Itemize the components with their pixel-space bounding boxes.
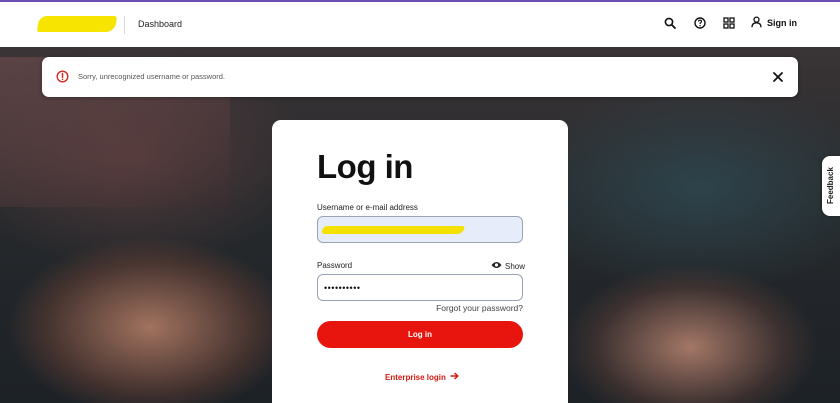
feedback-label: Feedback bbox=[826, 167, 835, 204]
help-icon[interactable] bbox=[693, 16, 707, 30]
enterprise-login-link[interactable]: Enterprise login bbox=[385, 372, 459, 382]
error-alert: Sorry, unrecognized username or password… bbox=[42, 57, 798, 97]
search-icon[interactable] bbox=[663, 16, 677, 30]
login-button[interactable]: Log in bbox=[317, 321, 523, 348]
show-password-toggle[interactable]: Show bbox=[491, 261, 525, 271]
brand-logo-redacted[interactable] bbox=[36, 16, 118, 32]
password-field[interactable]: •••••••••• bbox=[317, 274, 523, 301]
top-header: Dashboard Sign in bbox=[0, 2, 840, 47]
eye-icon bbox=[491, 261, 502, 271]
apps-grid-icon[interactable] bbox=[722, 16, 736, 30]
nav-dashboard-link[interactable]: Dashboard bbox=[138, 19, 182, 29]
password-value: •••••••••• bbox=[324, 283, 361, 293]
enterprise-login-label: Enterprise login bbox=[385, 372, 446, 382]
username-field[interactable] bbox=[317, 216, 523, 243]
page-title: Log in bbox=[317, 148, 413, 185]
error-icon bbox=[56, 70, 69, 83]
arrow-right-icon bbox=[450, 372, 459, 382]
forgot-password-link[interactable]: Forgot your password? bbox=[436, 303, 523, 313]
username-label: Username or e-mail address bbox=[317, 203, 418, 212]
sign-in-label: Sign in bbox=[767, 18, 797, 28]
password-label: Password bbox=[317, 261, 353, 270]
close-icon[interactable] bbox=[771, 70, 785, 84]
redacted-username bbox=[321, 226, 465, 234]
user-icon bbox=[751, 16, 762, 30]
header-divider bbox=[124, 16, 125, 34]
sign-in-button[interactable]: Sign in bbox=[751, 16, 797, 30]
feedback-tab[interactable]: Feedback bbox=[822, 156, 840, 216]
show-label: Show bbox=[505, 261, 526, 271]
login-card: Log in Username or e-mail address Passwo… bbox=[272, 120, 568, 403]
error-message: Sorry, unrecognized username or password… bbox=[78, 72, 226, 81]
